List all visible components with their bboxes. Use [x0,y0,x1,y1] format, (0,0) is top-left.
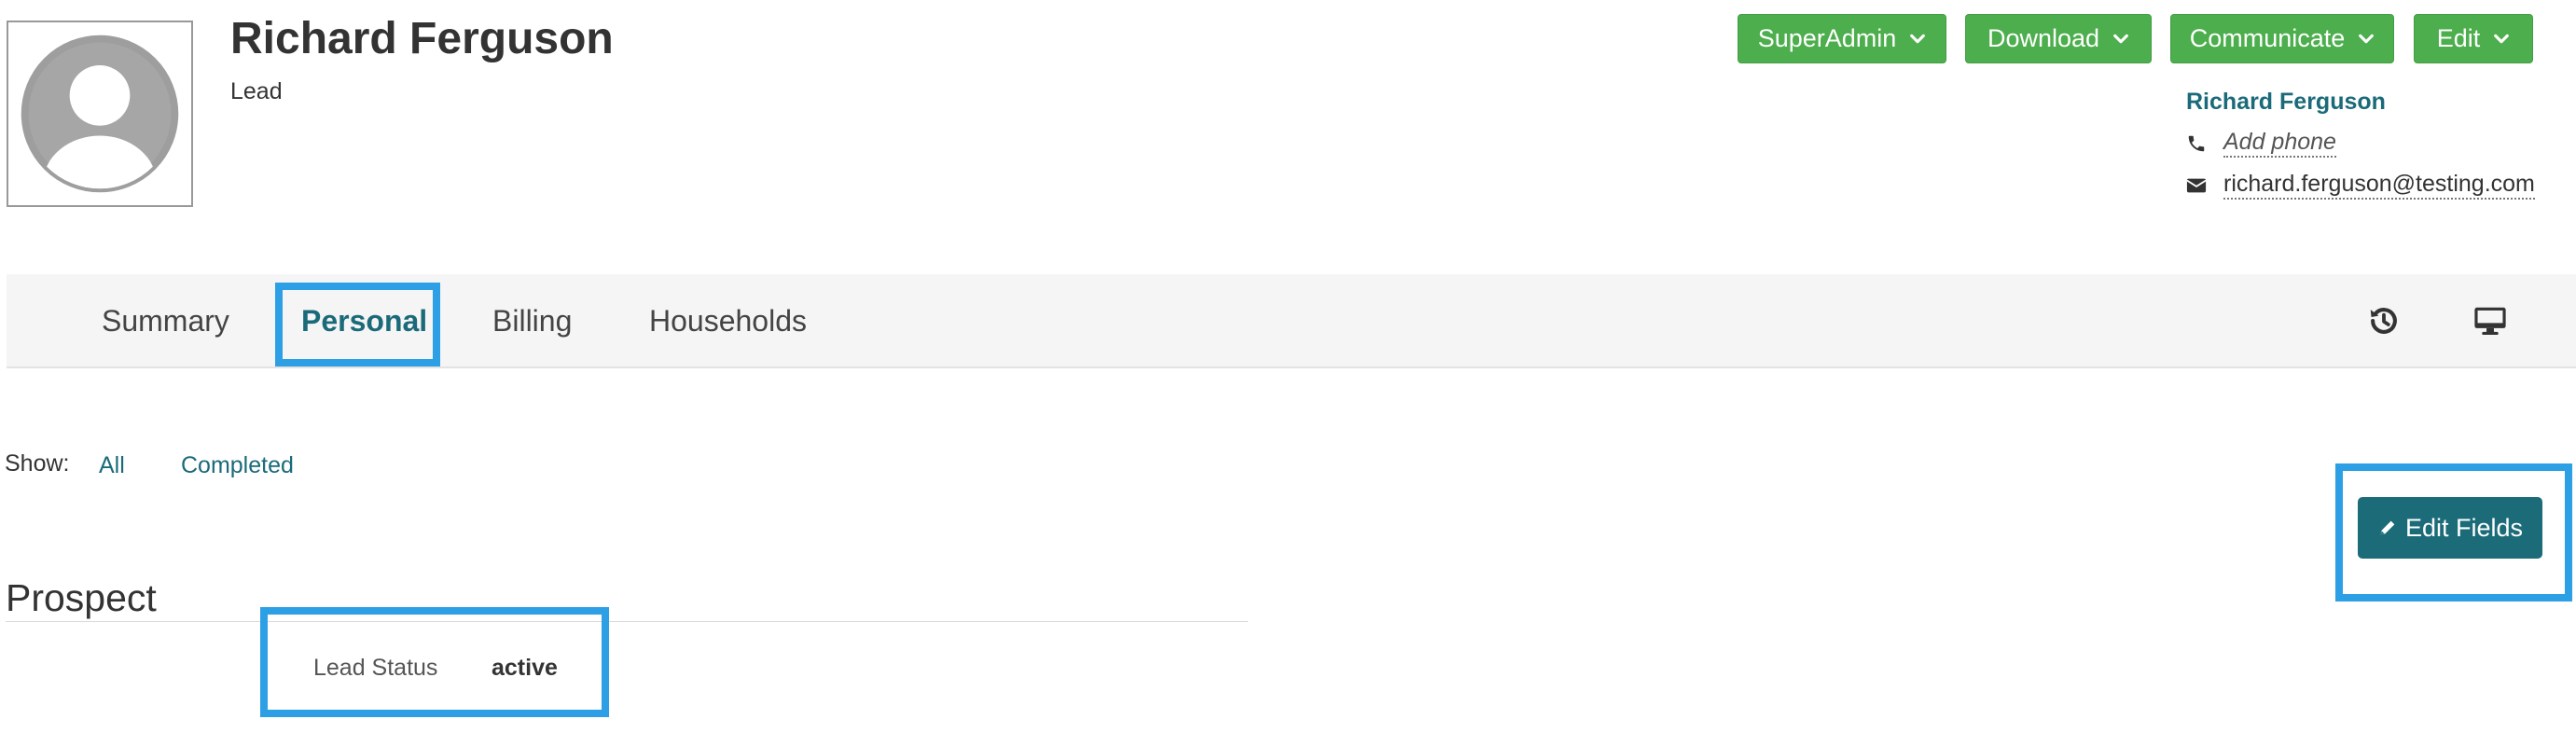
superadmin-label: SuperAdmin [1757,24,1897,52]
envelope-icon [2186,178,2207,192]
tab-billing[interactable]: Billing [492,274,572,368]
edit-label: Edit [2436,24,2481,52]
filter-completed-link[interactable]: Completed [181,452,294,479]
edit-dropdown-button[interactable]: Edit [2414,14,2533,63]
section-title-prospect: Prospect [6,576,157,619]
email-link[interactable]: richard.ferguson@testing.com [2223,171,2535,200]
communicate-dropdown-button[interactable]: Communicate [2170,14,2394,63]
section-divider [6,621,1248,622]
monitor-button[interactable] [2472,302,2509,339]
tab-households[interactable]: Households [649,274,807,368]
filter-all-link[interactable]: All [99,452,125,479]
monitor-icon [2474,307,2506,336]
history-button[interactable] [2365,302,2403,339]
highlight-box-personal-tab [275,283,440,366]
add-phone-link[interactable]: Add phone [2223,129,2336,158]
chevron-down-icon [2113,34,2128,43]
tab-summary[interactable]: Summary [102,274,229,368]
superadmin-dropdown-button[interactable]: SuperAdmin [1738,14,1946,63]
show-filter-label: Show: [5,450,70,477]
communicate-label: Communicate [2189,24,2346,52]
download-dropdown-button[interactable]: Download [1965,14,2152,63]
chevron-down-icon [2359,34,2375,43]
history-icon [2370,308,2397,334]
highlight-box-lead-status [260,607,609,717]
phone-icon [2188,135,2205,151]
chevron-down-icon [1910,34,1926,43]
contact-phone-row: Add phone [2186,129,2336,158]
contact-email-row: richard.ferguson@testing.com [2186,171,2535,200]
download-label: Download [1987,24,2100,52]
person-role: Lead [230,78,283,104]
action-toolbar: SuperAdmin Download Communicate Edit [0,14,2576,63]
chevron-down-icon [2494,34,2510,43]
contact-name-link[interactable]: Richard Ferguson [2186,89,2386,116]
highlight-box-edit-fields [2335,463,2572,602]
